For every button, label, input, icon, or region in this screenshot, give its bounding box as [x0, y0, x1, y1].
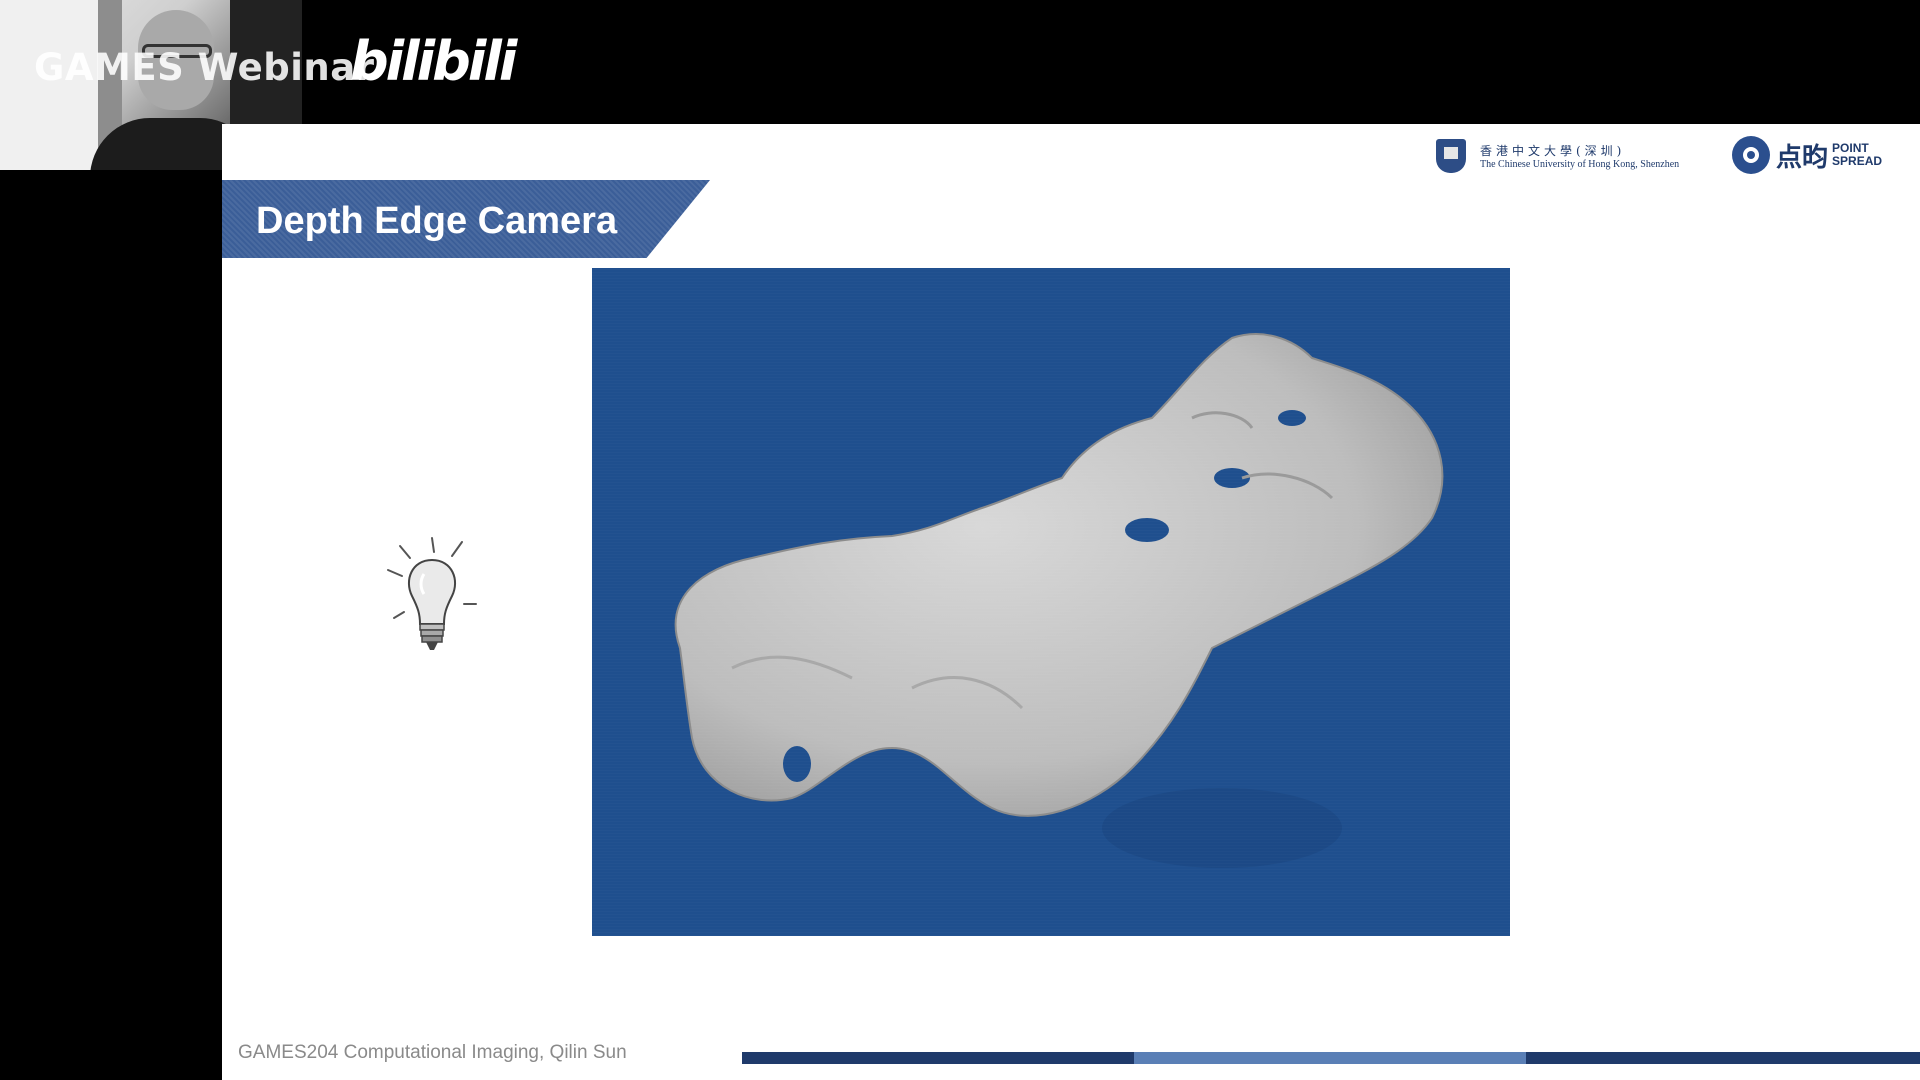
pointspread-name-cn: 点昀: [1776, 142, 1829, 173]
lightbulb-icon: [387, 537, 477, 650]
cuhk-crest-icon: [1436, 139, 1466, 173]
pointspread-name-en-2: SPREAD: [1832, 154, 1883, 168]
footer-progress-bar: [742, 1052, 1920, 1064]
cuhk-name-en: The Chinese University of Hong Kong, She…: [1480, 159, 1680, 170]
pointspread-eye-icon: [1732, 136, 1770, 174]
depth-edge-image: [592, 268, 1510, 936]
slide-title: Depth Edge Camera: [256, 200, 618, 242]
left-black-strip: [0, 170, 222, 1080]
pointspread-logo: 点昀 POINT SPREAD: [1732, 136, 1882, 174]
cuhk-name-cn: 香港中文大學(深圳): [1480, 144, 1626, 158]
slide-canvas: Depth Edge Camera 香港中文大學(深圳) The Chinese…: [222, 124, 1920, 1080]
games-webinar-brand: GAMES Webinar: [34, 46, 375, 89]
slide-footer: GAMES204 Computational Imaging, Qilin Su…: [238, 1042, 627, 1063]
cuhk-logo: 香港中文大學(深圳) The Chinese University of Hon…: [1436, 138, 1679, 174]
bilibili-logo: bilibili: [350, 30, 517, 93]
